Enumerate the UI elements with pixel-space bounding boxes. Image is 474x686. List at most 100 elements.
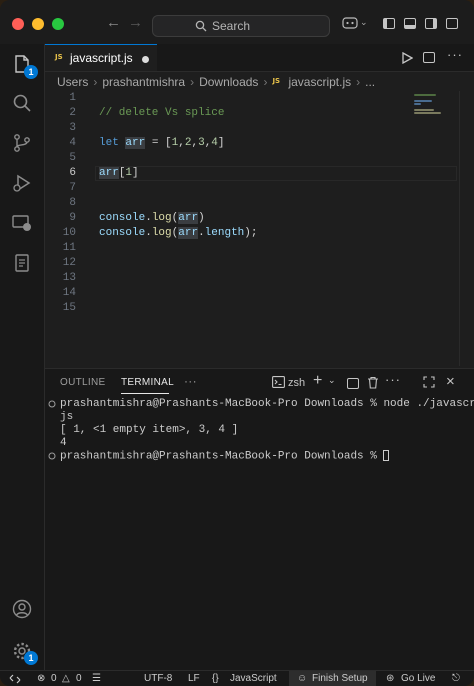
zoom-window-button[interactable] bbox=[52, 18, 64, 30]
go-live-icon: ⊛ bbox=[386, 673, 395, 684]
toggle-panel-icon[interactable] bbox=[404, 18, 416, 29]
active-tab-indicator bbox=[121, 393, 169, 394]
remote-explorer-icon[interactable] bbox=[11, 212, 33, 234]
breadcrumb-user[interactable]: prashantmishra bbox=[102, 75, 185, 89]
warnings-count[interactable]: 0 bbox=[76, 673, 82, 684]
manage-gear-icon[interactable]: 1 bbox=[11, 640, 38, 665]
forward-arrow-icon[interactable]: → bbox=[128, 14, 143, 31]
breadcrumb-file[interactable]: javascript.js bbox=[288, 75, 351, 89]
chevron-right-icon: › bbox=[190, 74, 195, 89]
back-arrow-icon[interactable]: ← bbox=[106, 14, 121, 31]
shell-label[interactable]: zsh bbox=[288, 377, 305, 389]
code-line-9[interactable]: console.log(arr) bbox=[99, 211, 205, 226]
terminal-line: js bbox=[60, 411, 74, 423]
minimap-line bbox=[414, 100, 432, 102]
new-terminal-plus-icon[interactable]: + bbox=[313, 372, 322, 390]
current-line-highlight bbox=[95, 166, 457, 181]
finish-setup[interactable]: Finish Setup bbox=[312, 673, 368, 684]
line-number: 5 bbox=[69, 152, 76, 164]
tab-terminal[interactable]: TERMINAL bbox=[121, 377, 174, 388]
toggle-secondary-sidebar-icon[interactable] bbox=[425, 18, 437, 29]
code-line-10[interactable]: console.log(arr.length); bbox=[99, 226, 257, 241]
panel-more-tabs[interactable]: ··· bbox=[184, 374, 197, 388]
command-center-search[interactable]: Search bbox=[152, 15, 330, 37]
more-actions-icon[interactable]: ··· bbox=[385, 372, 401, 387]
terminal-line: 4 bbox=[60, 437, 67, 449]
title-bar: ← → Search ⌄ bbox=[0, 0, 474, 45]
tab-outline[interactable]: OUTLINE bbox=[60, 377, 105, 388]
line-number: 3 bbox=[69, 122, 76, 134]
status-bar: ⊗ 0 △ 0 ☰ UTF-8 LF {} JavaScript ☺ Finis… bbox=[0, 670, 474, 686]
activity-bar: 1 1 bbox=[0, 44, 45, 670]
minimap-line bbox=[414, 112, 441, 114]
customize-layout-icon[interactable] bbox=[446, 18, 458, 29]
trash-icon[interactable] bbox=[367, 376, 379, 392]
copilot-icon: ☺ bbox=[297, 673, 308, 684]
line-number: 11 bbox=[62, 242, 76, 254]
minimize-window-button[interactable] bbox=[32, 18, 44, 30]
language-mode[interactable]: JavaScript bbox=[230, 673, 277, 684]
run-debug-icon[interactable] bbox=[11, 172, 33, 194]
terminal-line: [ 1, <1 empty item>, 3, 4 ] bbox=[60, 424, 239, 436]
code-line-2[interactable]: // delete Vs splice bbox=[99, 106, 224, 121]
source-control-icon[interactable] bbox=[11, 132, 33, 154]
search-icon[interactable] bbox=[11, 92, 33, 114]
end-of-line[interactable]: LF bbox=[188, 673, 200, 684]
close-panel-icon[interactable]: × bbox=[446, 373, 455, 390]
line-number: 14 bbox=[62, 287, 76, 299]
copilot-icon[interactable] bbox=[342, 16, 360, 33]
run-play-icon[interactable] bbox=[401, 52, 413, 64]
breadcrumb-users[interactable]: Users bbox=[57, 75, 88, 89]
chevron-right-icon: › bbox=[263, 74, 268, 89]
terminal-shell-icon bbox=[272, 376, 285, 391]
code-line-4[interactable]: let arr = [1,2,3,4] bbox=[99, 136, 225, 151]
remote-icon bbox=[9, 674, 21, 684]
language-braces-icon: {} bbox=[212, 673, 219, 684]
warnings-icon: △ bbox=[62, 673, 70, 684]
minimap[interactable] bbox=[410, 91, 458, 131]
manage-badge: 1 bbox=[24, 651, 38, 665]
split-editor-icon[interactable] bbox=[423, 52, 435, 63]
tab-javascript-js[interactable]: JS javascript.js bbox=[45, 44, 157, 71]
accounts-icon[interactable] bbox=[11, 598, 33, 620]
remote-indicator[interactable] bbox=[0, 671, 28, 686]
terminal-line: prashantmishra@Prashants-MacBook-Pro Dow… bbox=[60, 398, 474, 410]
terminal-prompt-line[interactable]: prashantmishra@Prashants-MacBook-Pro Dow… bbox=[60, 450, 390, 463]
split-terminal-icon[interactable] bbox=[347, 378, 359, 389]
line-number: 13 bbox=[62, 272, 76, 284]
line-number: 12 bbox=[62, 257, 76, 269]
more-actions-icon[interactable]: ··· bbox=[447, 47, 463, 62]
search-icon bbox=[195, 20, 207, 32]
chevron-right-icon: › bbox=[93, 74, 98, 89]
ports-icon[interactable]: ☰ bbox=[92, 673, 101, 684]
close-window-button[interactable] bbox=[12, 18, 24, 30]
explorer-icon[interactable]: 1 bbox=[11, 53, 38, 79]
code-line-6[interactable]: arr[1] bbox=[99, 166, 139, 181]
line-number: 4 bbox=[69, 137, 76, 149]
javascript-file-icon: JS bbox=[272, 77, 281, 86]
chevron-down-icon[interactable]: ⌄ bbox=[328, 375, 336, 386]
encoding[interactable]: UTF-8 bbox=[144, 673, 172, 684]
minimap-line bbox=[414, 94, 436, 96]
tab-label: javascript.js bbox=[70, 51, 133, 65]
go-live[interactable]: Go Live bbox=[401, 673, 435, 684]
notes-icon[interactable] bbox=[11, 252, 33, 274]
breadcrumb: Users › prashantmishra › Downloads › JS javascr… bbox=[57, 74, 375, 90]
terminal-prompt: prashantmishra@Prashants-MacBook-Pro Dow… bbox=[60, 450, 384, 463]
toggle-primary-sidebar-icon[interactable] bbox=[383, 18, 395, 29]
maximize-panel-icon[interactable] bbox=[423, 376, 435, 391]
breadcrumb-downloads[interactable]: Downloads bbox=[199, 75, 258, 89]
breadcrumb-symbols[interactable]: ... bbox=[365, 75, 375, 89]
editor-scrollbar[interactable] bbox=[459, 91, 474, 366]
errors-icon: ⊗ bbox=[37, 673, 46, 684]
unsaved-dot-icon[interactable] bbox=[142, 56, 149, 63]
minimap-line bbox=[414, 103, 421, 105]
notifications-bell-icon[interactable]: ⎋ bbox=[452, 673, 460, 684]
errors-count[interactable]: 0 bbox=[51, 673, 57, 684]
bottom-panel: OUTLINE TERMINAL ··· zsh + ⌄ ··· × prash… bbox=[45, 368, 474, 671]
code-editor[interactable]: 1 2 3 4 5 6 7 8 9 10 11 12 13 14 15 // d… bbox=[45, 91, 474, 366]
line-number-active: 6 bbox=[69, 167, 76, 179]
chevron-down-icon[interactable]: ⌄ bbox=[360, 17, 368, 28]
chevron-right-icon: › bbox=[356, 74, 361, 89]
editor-tab-bar: JS javascript.js ··· bbox=[45, 44, 474, 72]
